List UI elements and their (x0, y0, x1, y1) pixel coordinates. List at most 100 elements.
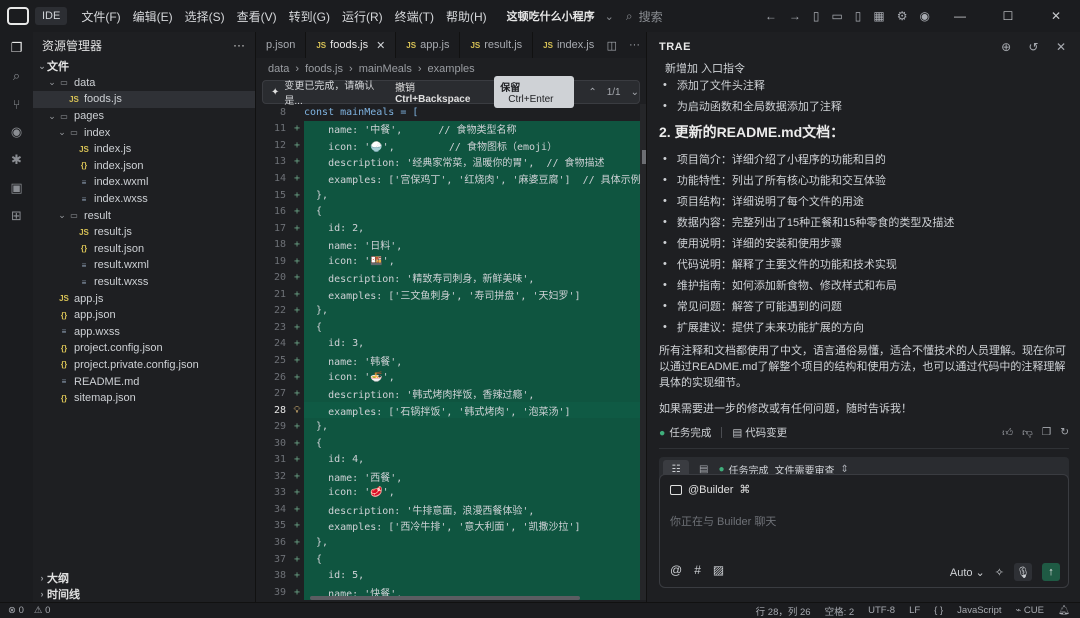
send-icon[interactable]: ↑ (1042, 563, 1060, 581)
source-control-icon[interactable]: ⑂ (0, 90, 33, 118)
tab-p-json[interactable]: p.json (256, 32, 307, 58)
tab-index-js[interactable]: JS index.js (533, 32, 606, 58)
menu-item[interactable]: 选择(S) (185, 8, 225, 25)
warnings-indicator[interactable]: ⚠ 0 (34, 605, 50, 616)
file-item[interactable]: JS index.js (33, 141, 255, 158)
next-change-icon[interactable]: ⌄ (631, 87, 639, 98)
thumbs-up-icon[interactable]: 👍︎ (1002, 426, 1013, 439)
more-icon[interactable]: ··· (629, 39, 640, 51)
files-icon[interactable]: ❐ (0, 34, 33, 62)
menu-item[interactable]: 查看(V) (237, 8, 277, 25)
horizontal-scrollbar[interactable] (310, 596, 580, 600)
cursor-position[interactable]: 行 28，列 26 (756, 604, 811, 618)
encoding[interactable]: UTF-8 (868, 605, 895, 616)
hash-icon[interactable]: # (694, 563, 701, 577)
files-section[interactable]: ⌄ 文件 (33, 58, 255, 75)
at-icon[interactable]: @ (670, 563, 682, 577)
gear-icon[interactable]: ⚙ (897, 9, 908, 23)
breadcrumb-item[interactable]: foods.js (305, 63, 343, 75)
braces-icon[interactable]: { } (934, 605, 943, 616)
code-view[interactable]: 8 const mainMeals = [ 11 + name: '中餐', //… (256, 104, 640, 600)
project-title[interactable]: 这顿吃什么小程序 (507, 8, 595, 24)
menu-item[interactable]: 运行(R) (342, 8, 383, 25)
debug-icon[interactable]: ✱ (0, 146, 33, 174)
outline-section[interactable]: › 大纲 (33, 570, 256, 586)
code-changes-button[interactable]: ▤ 代码变更 (732, 425, 787, 440)
account-icon[interactable]: ◉ (920, 9, 930, 23)
eye-icon[interactable]: ◉ (0, 118, 33, 146)
close-icon[interactable]: ✕ (376, 39, 385, 52)
more-icon[interactable]: ··· (233, 38, 245, 52)
close-icon[interactable]: ✕ (1038, 9, 1074, 23)
folder-item[interactable]: ⌄ ▭ data (33, 75, 255, 92)
document-icon[interactable]: ▤ (699, 464, 708, 475)
file-item[interactable]: {} app.json (33, 307, 255, 324)
image-icon[interactable]: ▨ (713, 563, 724, 577)
maximize-icon[interactable]: ☐ (990, 9, 1026, 23)
toggle-sidebar-icon[interactable]: ▯ (813, 9, 820, 23)
menu-item[interactable]: 编辑(E) (133, 8, 173, 25)
file-item[interactable]: ≡ result.wxml (33, 257, 255, 274)
tab-result-js[interactable]: JS result.js (460, 32, 534, 58)
copy-icon[interactable]: ❐ (1042, 426, 1051, 439)
prev-change-icon[interactable]: ⌃ (588, 87, 596, 98)
cue-indicator[interactable]: ⌁ CUE (1016, 605, 1044, 616)
close-icon[interactable]: ✕ (1056, 40, 1066, 54)
folder-item[interactable]: ⌄ ▭ result (33, 207, 255, 224)
file-item[interactable]: ≡ index.wxml (33, 174, 255, 191)
folder-item[interactable]: ⌄ ▭ index (33, 124, 255, 141)
file-item[interactable]: {} result.json (33, 241, 255, 258)
toggle-panel-icon[interactable]: ▭ (831, 9, 842, 23)
file-item[interactable]: ≡ result.wxss (33, 274, 255, 291)
tab-app-js[interactable]: JS app.js (396, 32, 461, 58)
minimize-icon[interactable]: — (942, 9, 978, 23)
history-icon[interactable]: ↺ (1029, 40, 1039, 54)
menu-item[interactable]: 终端(T) (395, 8, 434, 25)
file-item[interactable]: ≡ README.md (33, 373, 255, 390)
remote-icon[interactable]: ▣ (0, 174, 33, 202)
layout-icon[interactable]: ▦ (873, 9, 884, 23)
file-item[interactable]: {} sitemap.json (33, 390, 255, 407)
ide-badge[interactable]: IDE (35, 7, 68, 25)
file-item[interactable]: {} project.config.json (33, 340, 255, 357)
chevron-updown-icon[interactable]: ⇕ (841, 464, 849, 475)
split-editor-icon[interactable]: ◫ (607, 39, 617, 52)
file-item[interactable]: ≡ app.wxss (33, 324, 255, 341)
reject-button[interactable]: 撤销 Ctrl+Backspace (395, 79, 486, 105)
thumbs-down-icon[interactable]: 👎︎ (1022, 426, 1033, 439)
search-icon[interactable]: ⌕ (0, 62, 33, 90)
back-arrow-icon[interactable]: ← (765, 9, 777, 23)
swap-icon[interactable]: ⌘ (739, 483, 750, 496)
file-item[interactable]: {} index.json (33, 158, 255, 175)
new-chat-icon[interactable]: ⊕ (1001, 40, 1011, 54)
magic-icon[interactable]: ✧ (995, 566, 1004, 579)
tab-foods-js[interactable]: JS foods.js ✕ (306, 32, 397, 58)
folder-item[interactable]: ⌄ ▭ pages (33, 108, 255, 125)
menu-item[interactable]: 转到(G) (289, 8, 330, 25)
menu-item[interactable]: 帮助(H) (446, 8, 487, 25)
file-item[interactable]: {} project.private.config.json (33, 357, 255, 374)
breadcrumb-item[interactable]: examples (428, 63, 475, 75)
file-item[interactable]: JS result.js (33, 224, 255, 241)
builder-mention[interactable]: @Builder ⌘ (670, 483, 750, 496)
breadcrumb-item[interactable]: data (268, 63, 289, 75)
toggle-aux-icon[interactable]: ▯ (855, 9, 862, 23)
model-select[interactable]: Auto ⌄ (950, 566, 985, 579)
indentation[interactable]: 空格: 2 (825, 604, 855, 618)
timeline-section[interactable]: › 时间线 (33, 586, 256, 602)
extensions-icon[interactable]: ⊞ (0, 202, 33, 230)
file-item[interactable]: JS app.js (33, 290, 255, 307)
chevron-down-icon[interactable]: ⌄ (605, 10, 614, 23)
file-item[interactable]: ≡ index.wxss (33, 191, 255, 208)
notifications-icon[interactable]: 🔔︎ (1058, 605, 1070, 616)
forward-arrow-icon[interactable]: → (789, 9, 801, 23)
keep-button[interactable]: 保留Ctrl+Enter (494, 76, 575, 108)
chat-input-box[interactable]: @Builder ⌘ 你正在与 Builder 聊天 @ # ▨ Auto ⌄ … (659, 474, 1069, 588)
breadcrumb-item[interactable]: mainMeals (359, 63, 412, 75)
errors-indicator[interactable]: ⊗ 0 (8, 605, 24, 616)
menu-item[interactable]: 文件(F) (81, 8, 120, 25)
line-ending[interactable]: LF (909, 605, 920, 616)
language-mode[interactable]: JavaScript (957, 605, 1001, 616)
microphone-icon[interactable]: 🎙︎ (1014, 563, 1032, 581)
regenerate-icon[interactable]: ↻ (1060, 426, 1069, 439)
